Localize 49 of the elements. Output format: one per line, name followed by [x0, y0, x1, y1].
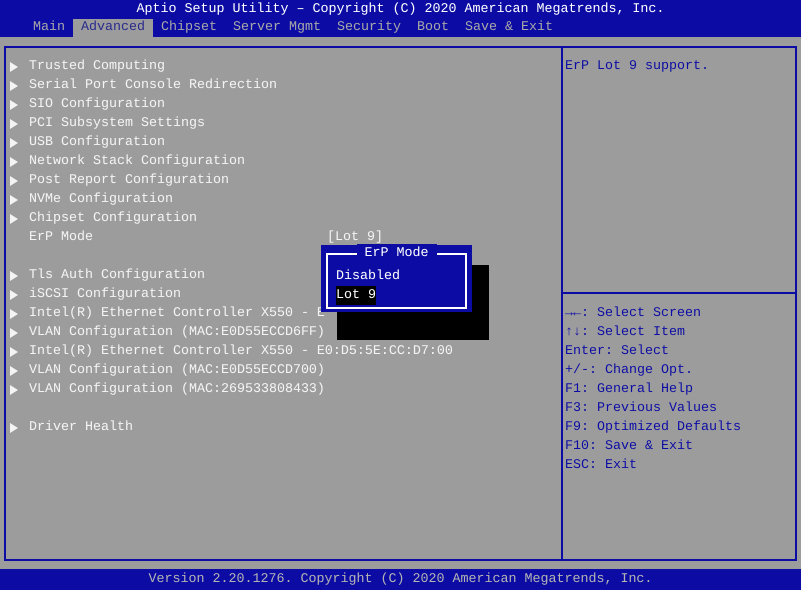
menu-item[interactable]: Tls Auth Configuration — [29, 266, 205, 285]
key-action: Select Screen — [597, 305, 701, 323]
key-name: ↑↓: — [565, 324, 589, 342]
menu-item[interactable]: Trusted Computing — [29, 57, 165, 76]
triangle-icon — [10, 422, 18, 432]
menu-item[interactable]: VLAN Configuration (MAC:E0D55ECCD6FF) — [29, 323, 325, 342]
menu-item[interactable]: Intel(R) Ethernet Controller X550 - E0:D5:5E:CC:D7:00 — [29, 342, 453, 361]
key-action: Select Item — [597, 324, 685, 342]
key-name: →←: — [565, 305, 589, 323]
popup-option[interactable]: Lot 9 — [336, 286, 376, 305]
key-action: Previous Values — [597, 400, 717, 418]
menu-item[interactable]: Network Stack Configuration — [29, 152, 245, 171]
key-action: Save & Exit — [605, 438, 693, 456]
setting-value[interactable]: [Lot 9] — [327, 228, 383, 247]
setting-label[interactable]: ErP Mode — [29, 228, 327, 247]
key-name: F9: — [565, 419, 589, 437]
key-name: F3: — [565, 400, 589, 418]
menu-item[interactable]: Serial Port Console Redirection — [29, 76, 277, 95]
key-name: F10: — [565, 438, 597, 456]
window-title: Aptio Setup Utility – Copyright (C) 2020 American Megatrends, Inc. — [136, 1, 664, 19]
menu-tab[interactable]: Security — [328, 19, 409, 37]
key-action: Optimized Defaults — [597, 419, 741, 437]
key-action: Select — [621, 343, 669, 361]
key-name: +/-: — [565, 362, 597, 380]
menu-item[interactable]: Chipset Configuration — [29, 209, 197, 228]
menu-tab[interactable]: Advanced — [73, 19, 153, 37]
key-action: General Help — [597, 381, 693, 399]
version-text: Version 2.20.1276. Copyright (C) 2020 American Megatrends, Inc. — [148, 571, 652, 589]
key-action: Change Opt. — [605, 362, 693, 380]
menu-tab[interactable]: Server Mgmt — [225, 19, 329, 37]
menu-tab[interactable]: Main — [25, 19, 73, 37]
menu-tab[interactable]: Save & Exit — [456, 19, 561, 37]
menu-item[interactable]: SIO Configuration — [29, 95, 165, 114]
menu-item[interactable]: PCI Subsystem Settings — [29, 114, 205, 133]
menu-item[interactable]: Driver Health — [29, 418, 133, 437]
key-name: Enter: — [565, 343, 613, 361]
key-action: Exit — [605, 457, 637, 475]
help-text: ErP Lot 9 support. — [565, 59, 709, 74]
menu-item[interactable]: USB Configuration — [29, 133, 165, 152]
menu-item[interactable]: Post Report Configuration — [29, 171, 229, 190]
menu-item[interactable]: VLAN Configuration (MAC:E0D55ECCD700) — [29, 361, 325, 380]
menu-tab[interactable]: Chipset — [153, 19, 225, 37]
menu-tab[interactable]: Boot — [408, 19, 457, 37]
menu-item[interactable]: iSCSI Configuration — [29, 285, 181, 304]
key-name: F1: — [565, 381, 589, 399]
menu-item[interactable]: VLAN Configuration (MAC:269533808433) — [29, 380, 325, 399]
key-name: ESC: — [565, 457, 597, 475]
popup-option[interactable]: Disabled — [336, 267, 400, 286]
menu-item[interactable]: NVMe Configuration — [29, 190, 173, 209]
